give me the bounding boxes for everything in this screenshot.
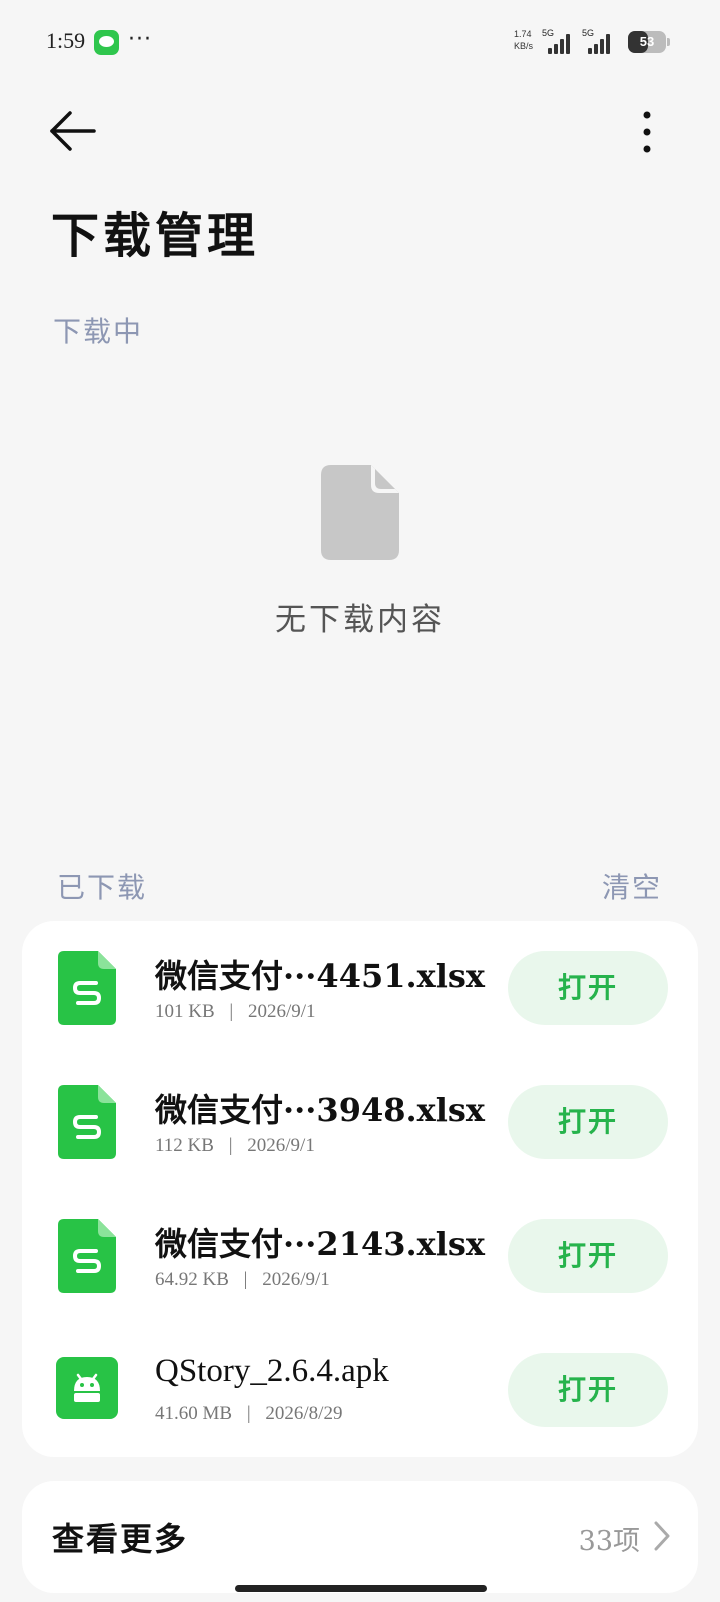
message-notification-icon — [94, 30, 119, 55]
file-size: 41.60 MB — [155, 1403, 233, 1424]
file-meta: 112 KB | 2026/9/1 — [155, 1135, 315, 1157]
network-type-label: 5G — [542, 28, 555, 38]
file-meta: 101 KB | 2026/9/1 — [155, 1001, 316, 1023]
battery-level: 53 — [639, 34, 655, 49]
home-indicator[interactable] — [235, 1585, 487, 1592]
item-count: 33项 — [578, 1526, 640, 1557]
section-label-downloaded: 已下载 — [57, 871, 148, 904]
spreadsheet-icon — [58, 951, 116, 1025]
file-name: 微信支付···3948.xlsx — [155, 1091, 485, 1129]
meta-separator: | — [228, 1135, 233, 1156]
signal-strength-icon: 5G — [582, 28, 616, 54]
view-more-row[interactable]: 查看更多 33项 — [22, 1481, 698, 1593]
status-bar: 1:59 ··· 1.74 KB/s 5G 5G 53 — [0, 0, 720, 86]
android-apk-icon — [56, 1357, 118, 1419]
spreadsheet-icon — [58, 1085, 116, 1159]
view-more-label: 查看更多 — [52, 1520, 189, 1558]
status-time: 1:59 — [46, 28, 86, 53]
file-date: 2026/8/29 — [265, 1403, 343, 1424]
open-button[interactable]: 打开 — [508, 951, 668, 1025]
meta-separator: | — [229, 1001, 234, 1022]
meta-separator: | — [246, 1403, 251, 1424]
file-name: 微信支付···4451.xlsx — [155, 957, 485, 995]
more-notifications-indicator: ··· — [128, 27, 152, 52]
section-label-downloading: 下载中 — [53, 315, 144, 348]
battery-icon: 53 — [628, 31, 670, 53]
open-button[interactable]: 打开 — [508, 1219, 668, 1293]
network-type-label: 5G — [582, 28, 595, 38]
chevron-right-icon — [654, 1521, 670, 1551]
open-button[interactable]: 打开 — [508, 1085, 668, 1159]
more-options-button[interactable] — [626, 108, 668, 156]
arrow-left-icon — [50, 111, 96, 151]
file-icon — [321, 465, 399, 560]
signal-strength-icon: 5G — [542, 28, 576, 54]
clear-button[interactable]: 清空 — [602, 866, 662, 906]
spreadsheet-icon — [58, 1219, 116, 1293]
file-row[interactable]: 微信支付···2143.xlsx 64.92 KB | 2026/9/1 打开 — [22, 1189, 698, 1323]
file-row[interactable]: QStory_2.6.4.apk 41.60 MB | 2026/8/29 打开 — [22, 1323, 698, 1457]
file-meta: 64.92 KB | 2026/9/1 — [155, 1269, 330, 1291]
file-row[interactable]: 微信支付···3948.xlsx 112 KB | 2026/9/1 打开 — [22, 1055, 698, 1189]
file-meta: 41.60 MB | 2026/8/29 — [155, 1403, 342, 1425]
empty-state-text: 无下载内容 — [275, 602, 445, 638]
file-size: 64.92 KB — [155, 1269, 229, 1290]
meta-separator: | — [243, 1269, 248, 1290]
file-row[interactable]: 微信支付···4451.xlsx 101 KB | 2026/9/1 打开 — [22, 921, 698, 1055]
file-date: 2026/9/1 — [247, 1135, 315, 1156]
file-name: 微信支付···2143.xlsx — [155, 1225, 485, 1263]
file-date: 2026/9/1 — [247, 1001, 316, 1022]
page-title: 下载管理 — [51, 208, 260, 264]
file-size: 101 KB — [155, 1001, 215, 1022]
file-name: QStory_2.6.4.apk — [155, 1353, 389, 1389]
downloaded-files-card: 微信支付···4451.xlsx 101 KB | 2026/9/1 打开 微信… — [22, 921, 698, 1457]
back-button[interactable] — [46, 106, 102, 156]
file-date: 2026/9/1 — [262, 1269, 330, 1290]
vertical-ellipsis-icon — [643, 111, 651, 153]
open-button[interactable]: 打开 — [508, 1353, 668, 1427]
file-size: 112 KB — [155, 1135, 214, 1156]
